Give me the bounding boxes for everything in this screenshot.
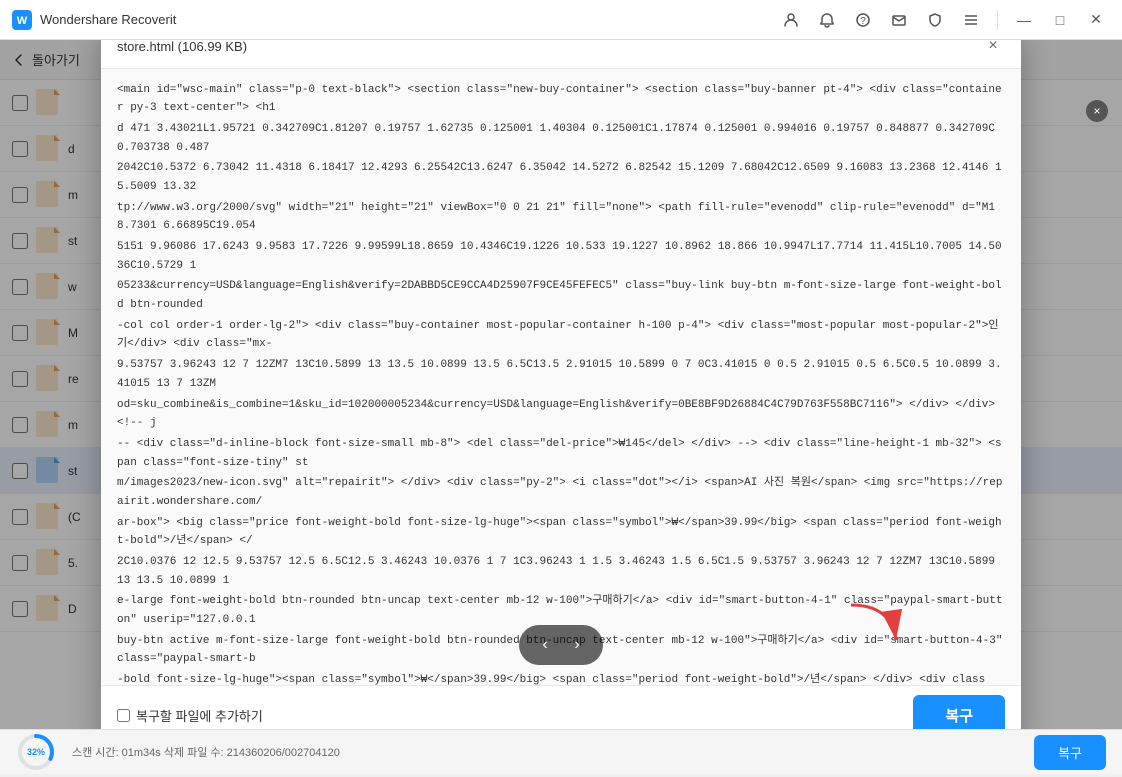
minimize-button[interactable]: —: [1010, 6, 1038, 34]
title-bar-controls: ? — □ ✕: [777, 6, 1110, 34]
help-icon[interactable]: ?: [849, 6, 877, 34]
code-line: -- <div class="d-inline-block font-size-…: [117, 435, 1005, 472]
code-line: od=sku_combine&is_combine=1&sku_id=10200…: [117, 396, 1005, 433]
code-line: 2C10.0376 12 12.5 9.53757 12.5 6.5C12.5 …: [117, 553, 1005, 590]
svg-text:?: ?: [860, 16, 866, 27]
code-line: 5151 9.96086 17.6243 9.9583 17.7226 9.99…: [117, 238, 1005, 275]
recover-button[interactable]: 복구: [913, 695, 1005, 730]
code-line: 05233&currency=USD&language=English&veri…: [117, 277, 1005, 314]
code-line: 9.53757 3.96243 12 7 12ZM7 13C10.5899 13…: [117, 356, 1005, 393]
menu-icon[interactable]: [957, 6, 985, 34]
nav-arrows: ‹ ›: [519, 625, 603, 665]
modal-header: store.html (106.99 KB) ×: [101, 40, 1021, 69]
prev-button[interactable]: ‹: [531, 631, 559, 659]
progress-text: 32%: [27, 747, 45, 757]
preview-modal: store.html (106.99 KB) × <main id="wsc-m…: [101, 40, 1021, 729]
modal-close-button[interactable]: ×: [981, 40, 1005, 58]
code-line: <main id="wsc-main" class="p-0 text-blac…: [117, 81, 1005, 118]
svg-text:W: W: [17, 15, 28, 27]
notification-icon[interactable]: [813, 6, 841, 34]
progress-indicator: 32%: [16, 732, 56, 772]
modal-footer: 복구할 파일에 추가하기 복구: [101, 685, 1021, 730]
code-line: -bold font-size-lg-huge"><span class="sy…: [117, 671, 1005, 684]
add-to-recover-label[interactable]: 복구할 파일에 추가하기: [117, 706, 263, 725]
app-window: W Wondershare Recoverit ? — □: [0, 0, 1122, 774]
maximize-button[interactable]: □: [1046, 6, 1074, 34]
code-line: ar-box"> <big class="price font-weight-b…: [117, 514, 1005, 551]
user-icon[interactable]: [777, 6, 805, 34]
add-to-recover-checkbox[interactable]: [117, 709, 130, 722]
code-content: <main id="wsc-main" class="p-0 text-blac…: [101, 69, 1021, 685]
next-button[interactable]: ›: [563, 631, 591, 659]
bottom-recover-button[interactable]: 복구: [1034, 735, 1106, 770]
modal-overlay: × store.html (106.99 KB) × <main id="wsc…: [0, 40, 1122, 729]
bottom-bar: 32% 스캔 시간: 01m34s 삭제 파일 수: 214360206/002…: [0, 729, 1122, 774]
scan-info: 스캔 시간: 01m34s 삭제 파일 수: 214360206/0027041…: [72, 744, 1018, 760]
app-logo: W: [12, 10, 32, 30]
close-button[interactable]: ✕: [1082, 6, 1110, 34]
email-icon[interactable]: [885, 6, 913, 34]
shield-icon[interactable]: [921, 6, 949, 34]
app-title: Wondershare Recoverit: [40, 12, 777, 27]
code-line: m/images2023/new-icon.svg" alt="repairit…: [117, 474, 1005, 511]
code-line: d 471 3.43021L1.95721 0.342709C1.81207 0…: [117, 120, 1005, 157]
modal-title: store.html (106.99 KB): [117, 40, 981, 54]
main-content: 돌아가기 d m: [0, 40, 1122, 729]
code-line: tp://www.w3.org/2000/svg" width="21" hei…: [117, 199, 1005, 236]
checkbox-text: 복구할 파일에 추가하기: [136, 706, 263, 725]
code-line: 2042C10.5372 6.73042 11.4318 6.18417 12.…: [117, 159, 1005, 196]
edge-close-button[interactable]: ×: [1086, 100, 1108, 122]
code-line: -col col order-1 order-lg-2"> <div class…: [117, 317, 1005, 354]
title-bar: W Wondershare Recoverit ? — □: [0, 0, 1122, 40]
